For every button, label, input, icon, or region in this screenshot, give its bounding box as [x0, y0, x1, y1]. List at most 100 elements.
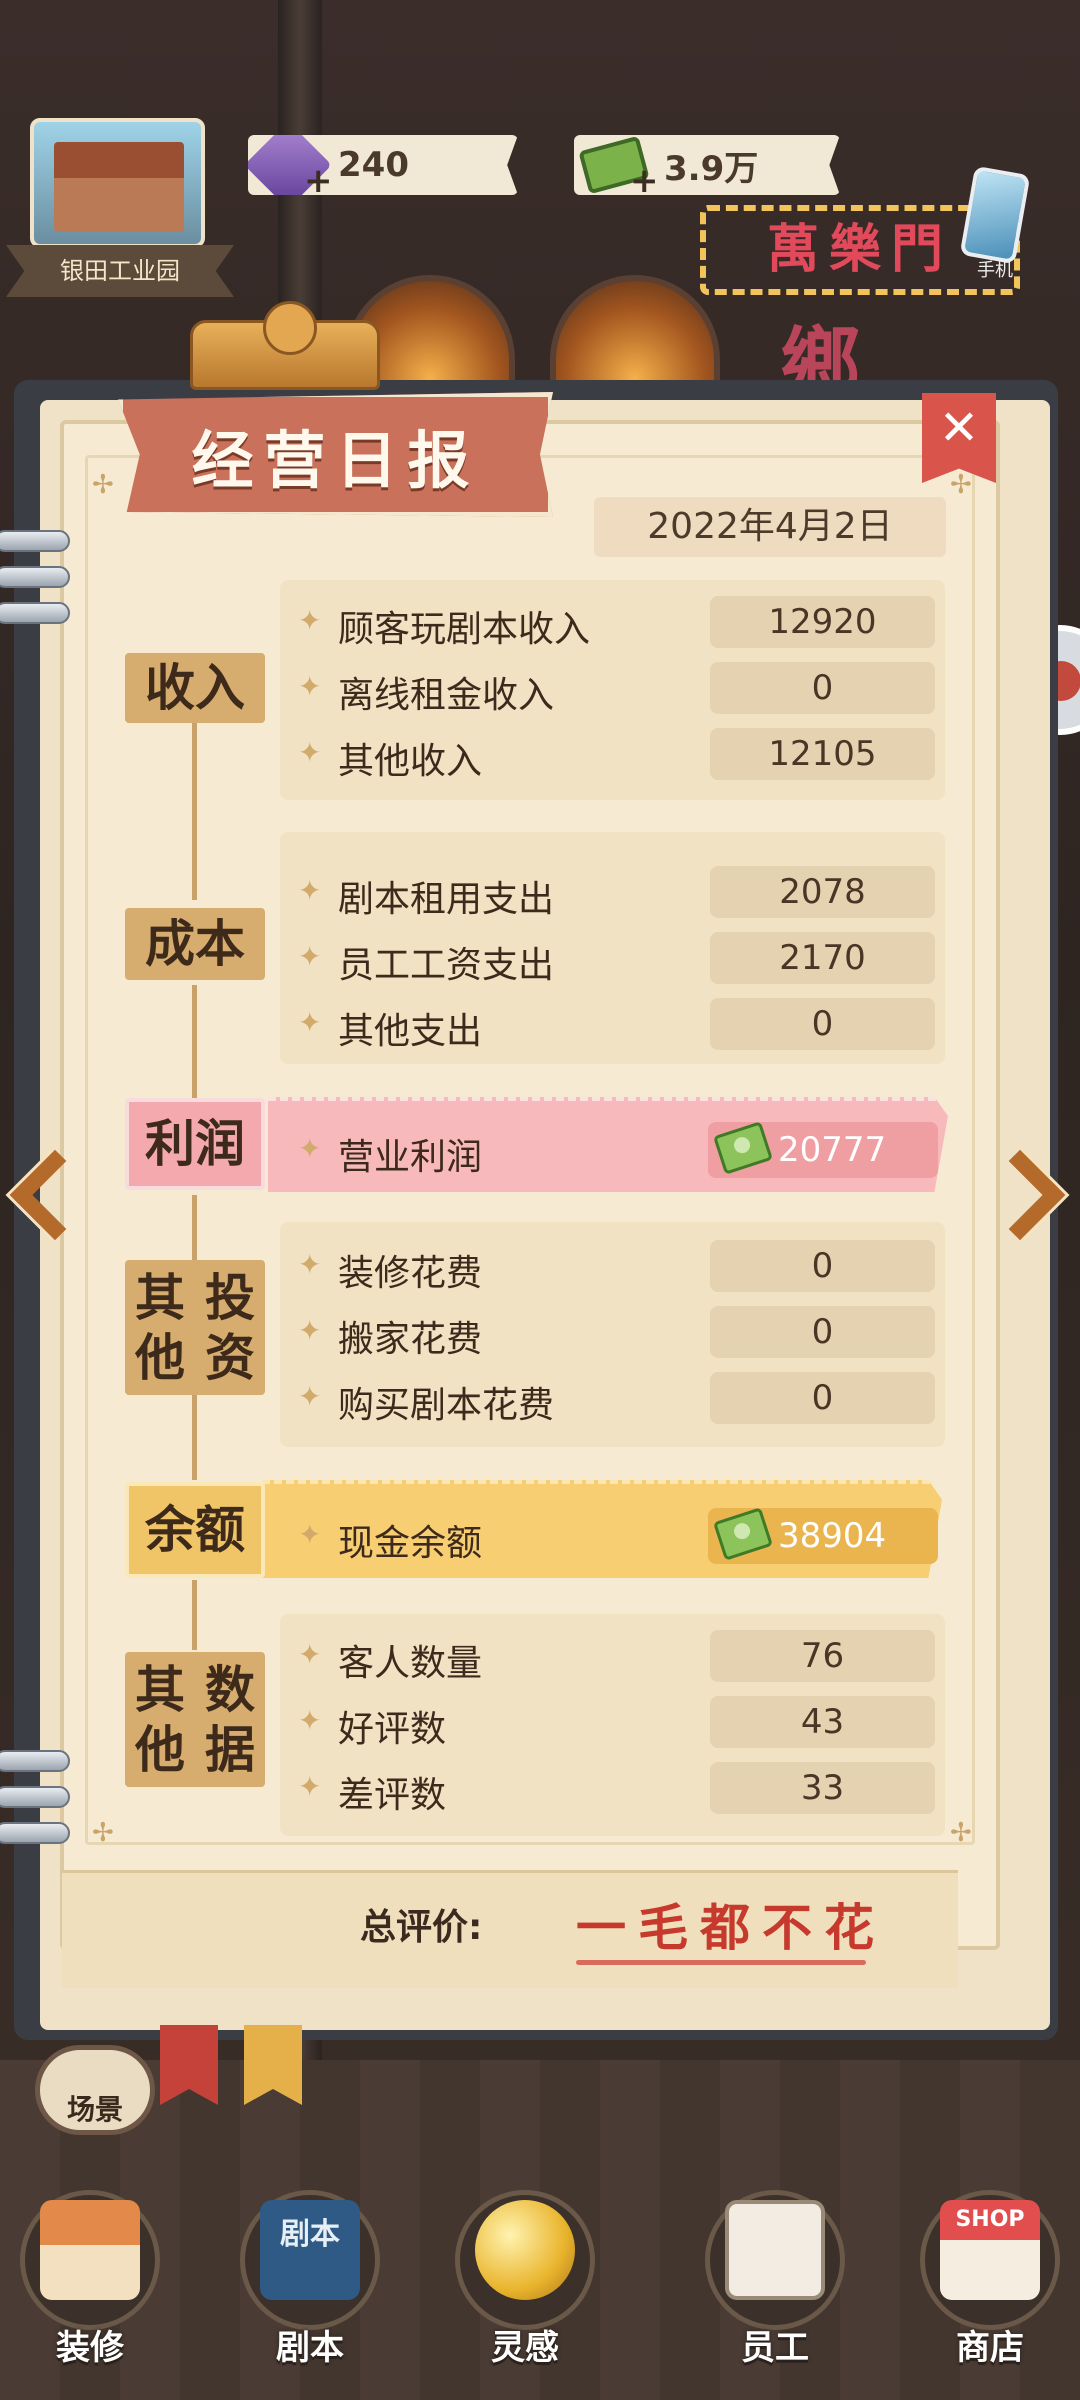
row-label: 客人数量: [338, 1643, 483, 1684]
row-label: 离线租金收入: [338, 675, 555, 716]
list-item: ✦ 客人数量 76: [280, 1628, 945, 1684]
rating-underline: [576, 1960, 866, 1965]
timeline-connector: [192, 985, 197, 1100]
report-title-banner: 经营日报: [118, 392, 553, 517]
row-label: 搬家花费: [338, 1319, 483, 1360]
binder-ring: [0, 1786, 70, 1808]
category-balance: 余额: [125, 1482, 265, 1578]
nav-item-shop[interactable]: SHOP 商店: [895, 2180, 1075, 2400]
nav-label: 装修: [56, 2328, 124, 2368]
row-label: 营业利润: [338, 1137, 483, 1178]
invest-group: ✦ 装修花费 0 ✦ 搬家花费 0 ✦ 购买剧本花费 0: [280, 1222, 945, 1447]
row-value: 43: [710, 1696, 935, 1748]
row-value: 12105: [710, 728, 935, 780]
star-icon: ✦: [298, 736, 322, 769]
report-title: 经营日报: [191, 423, 480, 497]
book-icon: 剧本: [260, 2200, 360, 2300]
report-date: 2022年4月2日: [594, 497, 946, 557]
list-item: ✦ 购买剧本花费 0: [280, 1370, 945, 1426]
gem-amount: 240: [338, 145, 409, 185]
category-other-data: 其他 数据: [125, 1652, 265, 1787]
row-label: 员工工资支出: [338, 945, 555, 986]
row-label: 现金余额: [338, 1523, 483, 1564]
category-label-line: 投资: [205, 1268, 255, 1387]
nav-label: 商店: [956, 2328, 1024, 2368]
row-value: 0: [710, 1240, 935, 1292]
binder-ring: [0, 530, 70, 552]
binder-ring: [0, 602, 70, 624]
star-icon: ✦: [298, 1006, 322, 1039]
binder-ring: [0, 1750, 70, 1772]
list-item: ✦ 顾客玩剧本收入 12920: [280, 594, 945, 650]
list-item: ✦ 好评数 43: [280, 1694, 945, 1750]
corner-ornament-icon: ✢: [92, 470, 114, 500]
row-value: 33: [710, 1762, 935, 1814]
star-icon: ✦: [298, 1132, 322, 1165]
nav-label: 剧本: [276, 2328, 344, 2368]
star-icon: ✦: [298, 940, 322, 973]
row-label: 装修花费: [338, 1253, 483, 1294]
bottom-nav: 装修 剧本 剧本 灵感 员工 SHOP 商店: [0, 2180, 1080, 2400]
star-icon: ✦: [298, 1248, 322, 1281]
star-icon: ✦: [298, 670, 322, 703]
timeline-connector: [192, 1580, 197, 1650]
row-value: 0: [710, 662, 935, 714]
row-value: 0: [710, 1306, 935, 1358]
row-label: 其他支出: [338, 1011, 483, 1052]
scene-button-label: 场景: [66, 2093, 123, 2126]
gem-counter[interactable]: + 240: [248, 135, 518, 195]
timeline-connector: [192, 1195, 197, 1260]
clipboard-clip: [190, 301, 380, 390]
binder-ring: [0, 566, 70, 588]
house-icon: [40, 2200, 140, 2300]
plus-icon[interactable]: +: [304, 164, 333, 195]
row-label: 好评数: [338, 1709, 447, 1750]
chevron-right-icon: [974, 1149, 1066, 1241]
list-item: ✦ 剧本租用支出 2078: [280, 864, 945, 920]
row-label: 差评数: [338, 1775, 447, 1816]
building-thumbnail[interactable]: [30, 118, 205, 248]
row-value: 12920: [710, 596, 935, 648]
id-card-icon: [725, 2200, 825, 2300]
binder-rings-bottom: [0, 1750, 74, 1858]
overall-rating-value: 一毛都不花: [576, 1898, 886, 1957]
star-icon: ✦: [298, 874, 322, 907]
scene-button[interactable]: 场景: [35, 2045, 155, 2135]
star-icon: ✦: [298, 1704, 322, 1737]
category-income: 收入: [125, 653, 265, 723]
category-label-line: 其他: [135, 1268, 185, 1387]
overall-rating-label: 总评价:: [360, 1907, 483, 1948]
category-label-line: 其他: [135, 1660, 185, 1779]
list-item: ✦ 其他支出 0: [280, 996, 945, 1052]
row-value: 2170: [710, 932, 935, 984]
row-value: 76: [710, 1630, 935, 1682]
star-icon: ✦: [298, 1518, 322, 1551]
list-item: ✦ 装修花费 0: [280, 1238, 945, 1294]
row-label: 其他收入: [338, 741, 483, 782]
next-page-button[interactable]: [974, 1140, 1066, 1250]
list-item: ✦ 搬家花费 0: [280, 1304, 945, 1360]
row-label: 剧本租用支出: [338, 879, 555, 920]
phone-button[interactable]: 手机: [955, 165, 1035, 290]
nav-item-staff[interactable]: 员工: [680, 2180, 860, 2400]
corner-ornament-icon: ✢: [950, 1818, 972, 1848]
star-icon: ✦: [298, 1314, 322, 1347]
nav-item-decorate[interactable]: 装修: [0, 2180, 175, 2400]
cash-amount: 3.9万: [664, 148, 759, 189]
plus-icon[interactable]: +: [630, 164, 659, 195]
corner-ornament-icon: ✢: [92, 1818, 114, 1848]
prev-page-button[interactable]: [9, 1140, 101, 1250]
cost-group: ✦ 剧本租用支出 2078 ✦ 员工工资支出 2170 ✦ 其他支出 0: [280, 832, 945, 1064]
list-item: ✦ 离线租金收入 0: [280, 660, 945, 716]
cash-counter[interactable]: + 3.9万: [574, 135, 840, 195]
category-cost: 成本: [125, 908, 265, 980]
nav-item-inspiration[interactable]: 灵感: [430, 2180, 610, 2400]
income-group: ✦ 顾客玩剧本收入 12920 ✦ 离线租金收入 0 ✦ 其他收入 12105: [280, 580, 945, 800]
binder-rings-top: [0, 530, 74, 638]
nav-label: 灵感: [491, 2328, 559, 2368]
phone-label: 手机: [977, 260, 1013, 281]
timeline-connector: [192, 1395, 197, 1480]
star-icon: ✦: [298, 1638, 322, 1671]
nav-item-script[interactable]: 剧本 剧本: [215, 2180, 395, 2400]
row-value: 0: [710, 1372, 935, 1424]
